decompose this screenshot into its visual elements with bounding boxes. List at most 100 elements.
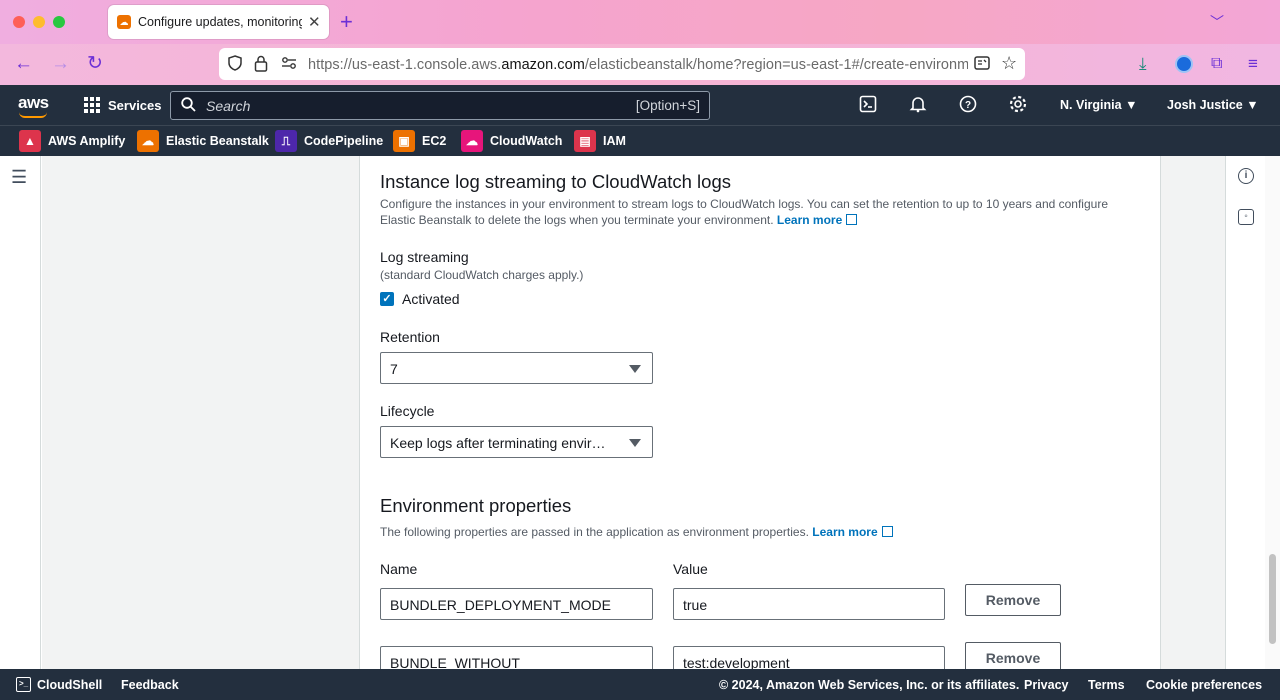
tab-close-icon[interactable]: ✕ [308, 13, 321, 31]
svg-text:?: ? [965, 100, 971, 111]
favorite-ec2[interactable]: ▣ EC2 [393, 130, 446, 152]
url-prefix: https://us-east-1.console.aws. [308, 57, 502, 73]
search-shortcut-hint: [Option+S] [635, 98, 700, 113]
cookie-preferences-link[interactable]: Cookie preferences [1146, 678, 1262, 692]
log-streaming-note: (standard CloudWatch charges apply.) [380, 268, 584, 282]
lock-icon[interactable] [254, 55, 268, 75]
property-name-value: BUNDLER_DEPLOYMENT_MODE [390, 597, 611, 613]
privacy-link[interactable]: Privacy [1024, 678, 1068, 692]
cloudwatch-icon: ☁ [461, 130, 483, 152]
url-domain: amazon.com [501, 57, 585, 73]
lifecycle-select[interactable]: Keep logs after terminating envir… [380, 426, 653, 458]
shield-icon[interactable] [227, 55, 243, 74]
favorite-label: CodePipeline [304, 134, 384, 148]
browser-navbar: ← → ↻ https://us-east-1.console.aws.amaz… [0, 44, 1280, 85]
region-label: N. Virginia [1060, 98, 1122, 112]
description-line: Configure the instances in your environm… [380, 197, 1108, 211]
name-column-header: Name [380, 561, 418, 577]
caret-down-icon: ▼ [1125, 98, 1138, 112]
forward-arrow-icon[interactable]: → [51, 54, 70, 74]
password-manager-icon[interactable] [1175, 55, 1193, 73]
reload-icon[interactable]: ↻ [87, 54, 103, 74]
learn-more-link[interactable]: Learn more [812, 525, 893, 539]
hexagon-settings-icon[interactable]: ◦ [1238, 209, 1254, 225]
external-link-icon [846, 214, 858, 225]
search-input[interactable]: Search [Option+S] [170, 91, 710, 120]
url-suffix: /elasticbeanstalk/home?region=us-east-1#… [584, 57, 968, 73]
favorite-label: AWS Amplify [48, 134, 126, 148]
help-icon[interactable]: ? [958, 95, 978, 115]
aws-top-navigation: aws Services Search [Option+S] ? N. Virg… [0, 85, 1280, 125]
codepipeline-icon: ⎍ [275, 130, 297, 152]
activated-checkbox[interactable]: ✓ [380, 292, 394, 306]
favorite-cloudwatch[interactable]: ☁ CloudWatch [461, 130, 562, 152]
description-text: The following properties are passed in t… [380, 525, 809, 539]
close-window-button[interactable] [13, 16, 25, 28]
lifecycle-label: Lifecycle [380, 403, 435, 419]
copyright-text: © 2024, Amazon Web Services, Inc. or its… [719, 678, 1020, 692]
services-grid-icon [84, 97, 100, 113]
external-link-icon [881, 526, 893, 537]
app-menu-icon[interactable]: ≡ [1248, 54, 1258, 74]
retention-label: Retention [380, 329, 440, 345]
console-footer: >_ CloudShell Feedback © 2024, Amazon We… [0, 669, 1280, 700]
list-all-tabs-chevron-icon[interactable]: ﹀ [1210, 12, 1224, 32]
scrollbar-thumb[interactable] [1269, 554, 1276, 644]
hamburger-menu-icon[interactable]: ☰ [11, 167, 27, 188]
favorite-iam[interactable]: ▤ IAM [574, 130, 626, 152]
property-name-input[interactable]: BUNDLER_DEPLOYMENT_MODE [380, 588, 653, 620]
caret-down-icon: ▼ [1246, 98, 1259, 112]
favorite-label: EC2 [422, 134, 447, 148]
maximize-window-button[interactable] [53, 16, 65, 28]
downloads-icon[interactable]: ⤓ [1139, 54, 1147, 74]
elastic-beanstalk-favicon-icon: ☁ [117, 15, 131, 29]
activated-label[interactable]: Activated [402, 291, 460, 307]
favorite-elastic-beanstalk[interactable]: ☁ Elastic Beanstalk [137, 130, 269, 152]
aws-logo[interactable]: aws [18, 93, 49, 118]
favorite-label: Elastic Beanstalk [166, 134, 269, 148]
notifications-bell-icon[interactable] [908, 95, 928, 115]
reader-view-icon[interactable] [974, 55, 990, 74]
account-menu[interactable]: Josh Justice ▼ [1167, 98, 1259, 112]
favorite-aws-amplify[interactable]: ▲ AWS Amplify [19, 130, 125, 152]
caret-down-icon [629, 439, 641, 447]
page-scrollbar[interactable] [1265, 156, 1280, 669]
new-tab-button[interactable]: + [340, 9, 353, 35]
property-value-input[interactable]: true [673, 588, 945, 620]
services-label: Services [108, 97, 162, 113]
tools-rail: i ◦ [1225, 156, 1265, 669]
services-menu-button[interactable]: Services [84, 97, 162, 113]
settings-gear-icon[interactable] [1008, 95, 1028, 115]
back-arrow-icon[interactable]: ← [14, 54, 33, 74]
info-icon[interactable]: i [1238, 168, 1254, 184]
terms-link[interactable]: Terms [1088, 678, 1125, 692]
minimize-window-button[interactable] [33, 16, 45, 28]
extensions-icon[interactable]: ⧉ [1211, 54, 1222, 74]
retention-select[interactable]: 7 [380, 352, 653, 384]
property-value-value: true [683, 597, 708, 613]
url-text[interactable]: https://us-east-1.console.aws.amazon.com… [308, 57, 968, 73]
lifecycle-value: Keep logs after terminating envir… [390, 435, 606, 451]
browser-tab[interactable]: ☁ Configure updates, monitoring, an ✕ [108, 5, 329, 39]
region-selector[interactable]: N. Virginia ▼ [1060, 98, 1137, 112]
learn-more-label: Learn more [812, 525, 878, 539]
bookmark-star-icon[interactable]: ☆ [1001, 53, 1017, 74]
cloudshell-icon[interactable] [858, 95, 878, 115]
learn-more-link[interactable]: Learn more [777, 213, 858, 227]
log-streaming-heading: Instance log streaming to CloudWatch log… [380, 171, 731, 192]
log-streaming-description: Configure the instances in your environm… [380, 196, 1108, 228]
caret-down-icon [629, 365, 641, 373]
feedback-link[interactable]: Feedback [121, 678, 179, 692]
remove-property-button[interactable]: Remove [965, 584, 1061, 616]
cloudshell-link[interactable]: CloudShell [37, 678, 102, 692]
site-permissions-icon[interactable] [281, 56, 297, 73]
description-line: Elastic Beanstalk to delete the logs whe… [380, 213, 774, 227]
value-column-header: Value [673, 561, 708, 577]
favorite-codepipeline[interactable]: ⎍ CodePipeline [275, 130, 383, 152]
side-navigation-rail: ☰ [0, 156, 41, 669]
favorite-label: IAM [603, 134, 626, 148]
url-bar[interactable]: https://us-east-1.console.aws.amazon.com… [219, 48, 1025, 80]
cloudshell-icon[interactable]: >_ [16, 677, 31, 692]
account-name: Josh Justice [1167, 98, 1243, 112]
environment-properties-description: The following properties are passed in t… [380, 524, 893, 540]
